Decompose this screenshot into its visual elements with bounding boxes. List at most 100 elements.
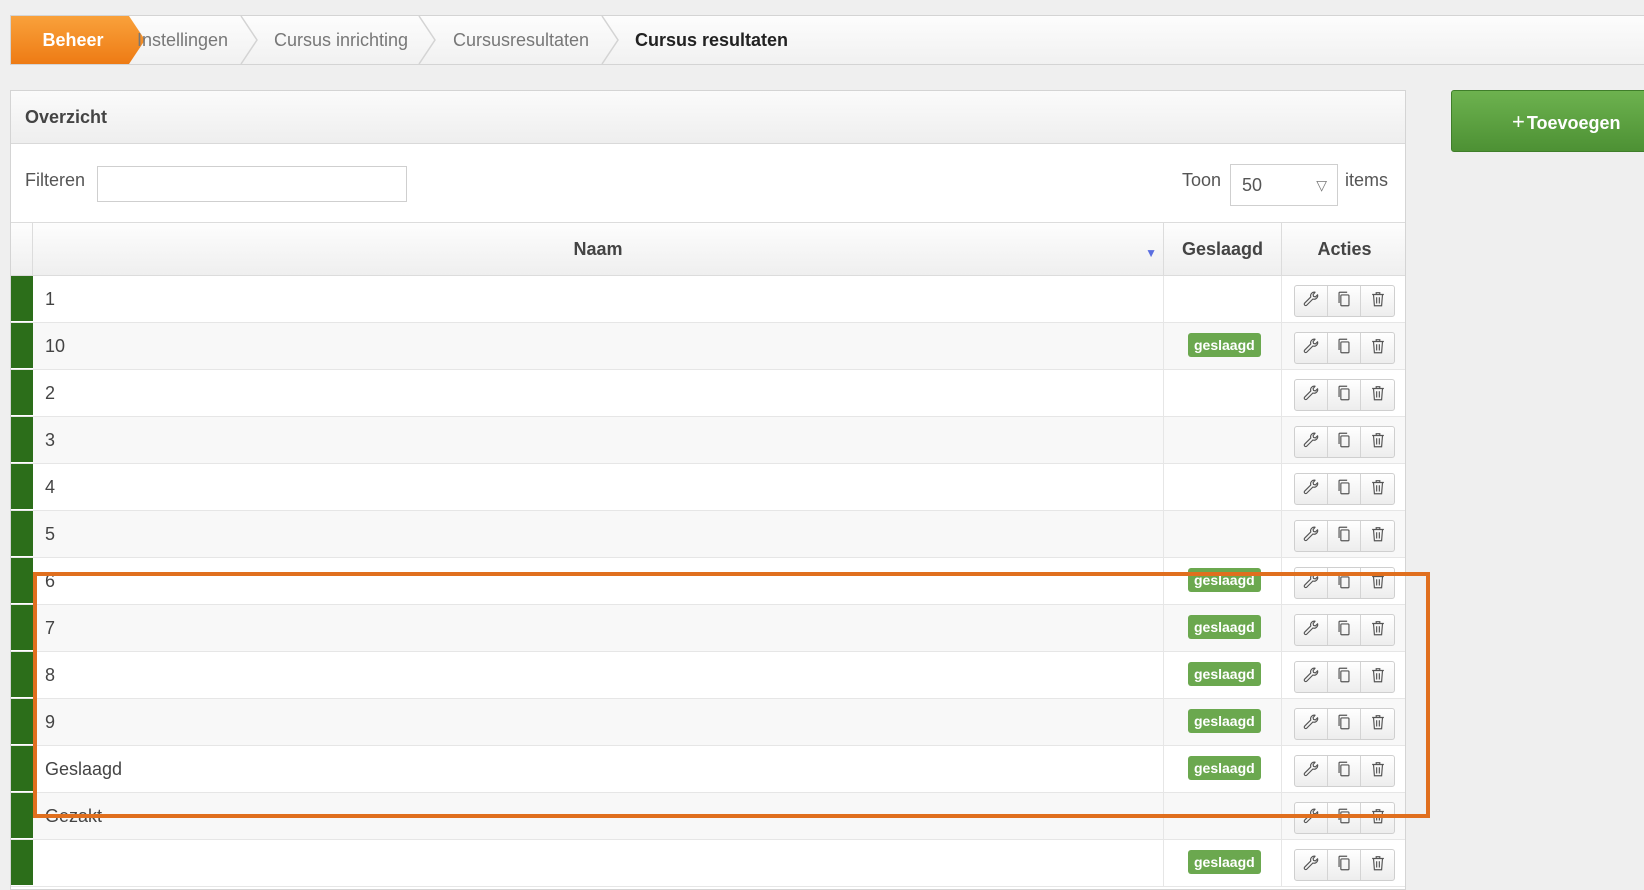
cell-naam: 9 [33, 699, 1164, 745]
header-stripe [11, 223, 33, 275]
wrench-icon [1302, 431, 1320, 454]
table-row[interactable]: 3 [11, 417, 1405, 464]
status-stripe [11, 746, 33, 792]
toon-label: Toon [1182, 170, 1222, 190]
table-row[interactable]: 10 geslaagd [11, 323, 1405, 370]
delete-button[interactable] [1361, 286, 1394, 316]
copy-button[interactable] [1328, 662, 1361, 692]
column-header-geslaagd[interactable]: Geslaagd [1164, 223, 1282, 275]
filter-input[interactable] [97, 166, 407, 202]
copy-button[interactable] [1328, 380, 1361, 410]
cell-naam: Gezakt [33, 793, 1164, 839]
edit-button[interactable] [1295, 756, 1328, 786]
breadcrumb-item-cursusresultaten[interactable]: Cursusresultaten [453, 16, 589, 64]
cell-naam [33, 840, 1164, 886]
copy-button[interactable] [1328, 615, 1361, 645]
status-badge: geslaagd [1188, 756, 1261, 780]
action-button-group [1294, 285, 1395, 317]
cell-acties [1282, 464, 1407, 510]
add-button[interactable]: + Toevoegen [1451, 90, 1644, 152]
cell-naam: 3 [33, 417, 1164, 463]
trash-icon [1369, 760, 1387, 783]
edit-button[interactable] [1295, 427, 1328, 457]
delete-button[interactable] [1361, 662, 1394, 692]
delete-button[interactable] [1361, 521, 1394, 551]
delete-button[interactable] [1361, 380, 1394, 410]
copy-button[interactable] [1328, 803, 1361, 833]
delete-button[interactable] [1361, 427, 1394, 457]
delete-button[interactable] [1361, 615, 1394, 645]
breadcrumb-item-cursus-inrichting[interactable]: Cursus inrichting [274, 16, 408, 64]
table-row[interactable]: 4 [11, 464, 1405, 511]
cell-geslaagd: geslaagd [1164, 746, 1282, 792]
cell-naam: 2 [33, 370, 1164, 416]
column-header-naam[interactable]: Naam ▼ [33, 223, 1164, 275]
status-badge: geslaagd [1188, 333, 1261, 357]
cell-acties [1282, 417, 1407, 463]
delete-button[interactable] [1361, 333, 1394, 363]
breadcrumb-item-beheer[interactable]: Beheer [11, 16, 145, 64]
cell-acties [1282, 323, 1407, 369]
copy-icon [1335, 431, 1353, 454]
delete-button[interactable] [1361, 474, 1394, 504]
table-row[interactable]: 7 geslaagd [11, 605, 1405, 652]
cell-acties [1282, 605, 1407, 651]
page-size-value: 50 [1242, 175, 1263, 195]
copy-button[interactable] [1328, 521, 1361, 551]
copy-button[interactable] [1328, 286, 1361, 316]
breadcrumb-item-instellingen[interactable]: Instellingen [137, 16, 228, 64]
cell-geslaagd: geslaagd [1164, 699, 1282, 745]
copy-button[interactable] [1328, 568, 1361, 598]
copy-button[interactable] [1328, 333, 1361, 363]
edit-button[interactable] [1295, 333, 1328, 363]
copy-button[interactable] [1328, 756, 1361, 786]
copy-button[interactable] [1328, 474, 1361, 504]
wrench-icon [1302, 854, 1320, 877]
copy-button[interactable] [1328, 427, 1361, 457]
trash-icon [1369, 713, 1387, 736]
table-row[interactable]: geslaagd [11, 840, 1405, 887]
edit-button[interactable] [1295, 615, 1328, 645]
trash-icon [1369, 572, 1387, 595]
wrench-icon [1302, 713, 1320, 736]
table-row[interactable]: 8 geslaagd [11, 652, 1405, 699]
cell-acties [1282, 511, 1407, 557]
page-size-select[interactable]: 50 ▽ [1230, 164, 1338, 206]
cell-acties [1282, 370, 1407, 416]
copy-icon [1335, 337, 1353, 360]
table-row[interactable]: 6 geslaagd [11, 558, 1405, 605]
cell-naam: 10 [33, 323, 1164, 369]
edit-button[interactable] [1295, 662, 1328, 692]
cell-naam: Geslaagd [33, 746, 1164, 792]
edit-button[interactable] [1295, 380, 1328, 410]
wrench-icon [1302, 290, 1320, 313]
delete-button[interactable] [1361, 568, 1394, 598]
table-row[interactable]: 5 [11, 511, 1405, 558]
cell-geslaagd: geslaagd [1164, 558, 1282, 604]
delete-button[interactable] [1361, 803, 1394, 833]
edit-button[interactable] [1295, 803, 1328, 833]
table-row[interactable]: Geslaagd geslaagd [11, 746, 1405, 793]
table-row[interactable]: Gezakt [11, 793, 1405, 840]
edit-button[interactable] [1295, 521, 1328, 551]
copy-icon [1335, 713, 1353, 736]
status-stripe [11, 276, 33, 322]
table-row[interactable]: 1 [11, 276, 1405, 323]
edit-button[interactable] [1295, 568, 1328, 598]
edit-button[interactable] [1295, 709, 1328, 739]
cell-acties [1282, 558, 1407, 604]
edit-button[interactable] [1295, 286, 1328, 316]
table-row[interactable]: 9 geslaagd [11, 699, 1405, 746]
breadcrumb-separator [418, 16, 436, 64]
copy-button[interactable] [1328, 709, 1361, 739]
delete-button[interactable] [1361, 756, 1394, 786]
copy-icon [1335, 572, 1353, 595]
copy-icon [1335, 525, 1353, 548]
edit-button[interactable] [1295, 474, 1328, 504]
chevron-down-icon: ▽ [1316, 177, 1327, 193]
delete-button[interactable] [1361, 709, 1394, 739]
status-stripe [11, 511, 33, 557]
table-row[interactable]: 2 [11, 370, 1405, 417]
cell-naam: 8 [33, 652, 1164, 698]
trash-icon [1369, 290, 1387, 313]
